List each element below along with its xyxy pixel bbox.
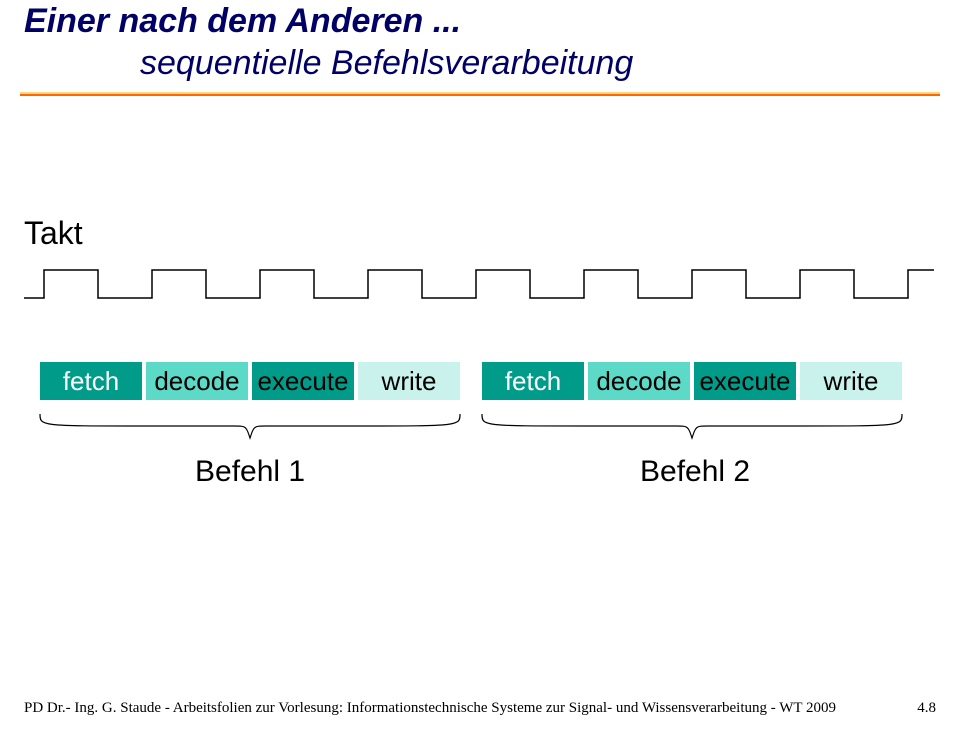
stage-fetch: fetch (480, 360, 586, 402)
stage-write: write (356, 360, 462, 402)
footer-text: PD Dr.- Ing. G. Staude - Arbeitsfolien z… (24, 700, 836, 717)
slide-subtitle: sequentielle Befehlsverarbeitung (140, 44, 633, 83)
clock-label: Takt (24, 215, 83, 252)
clock-waveform (24, 260, 934, 300)
pipeline-stages-row: fetch decode execute write fetch decode … (38, 360, 904, 402)
stage-execute: execute (250, 360, 356, 402)
stage-decode: decode (144, 360, 250, 402)
footer-page: 4.8 (917, 700, 936, 717)
title-rule (20, 92, 940, 96)
stage-execute: execute (692, 360, 798, 402)
slide-title: Einer nach dem Anderen ... (24, 2, 461, 41)
label-befehl-2: Befehl 2 (640, 455, 750, 489)
stage-write: write (798, 360, 904, 402)
stage-decode: decode (586, 360, 692, 402)
slide-footer: PD Dr.- Ing. G. Staude - Arbeitsfolien z… (24, 700, 936, 717)
stage-gap (462, 360, 480, 402)
stage-fetch: fetch (38, 360, 144, 402)
brace-befehl-1 (38, 412, 462, 442)
label-befehl-1: Befehl 1 (195, 455, 305, 489)
brace-befehl-2 (480, 412, 904, 442)
